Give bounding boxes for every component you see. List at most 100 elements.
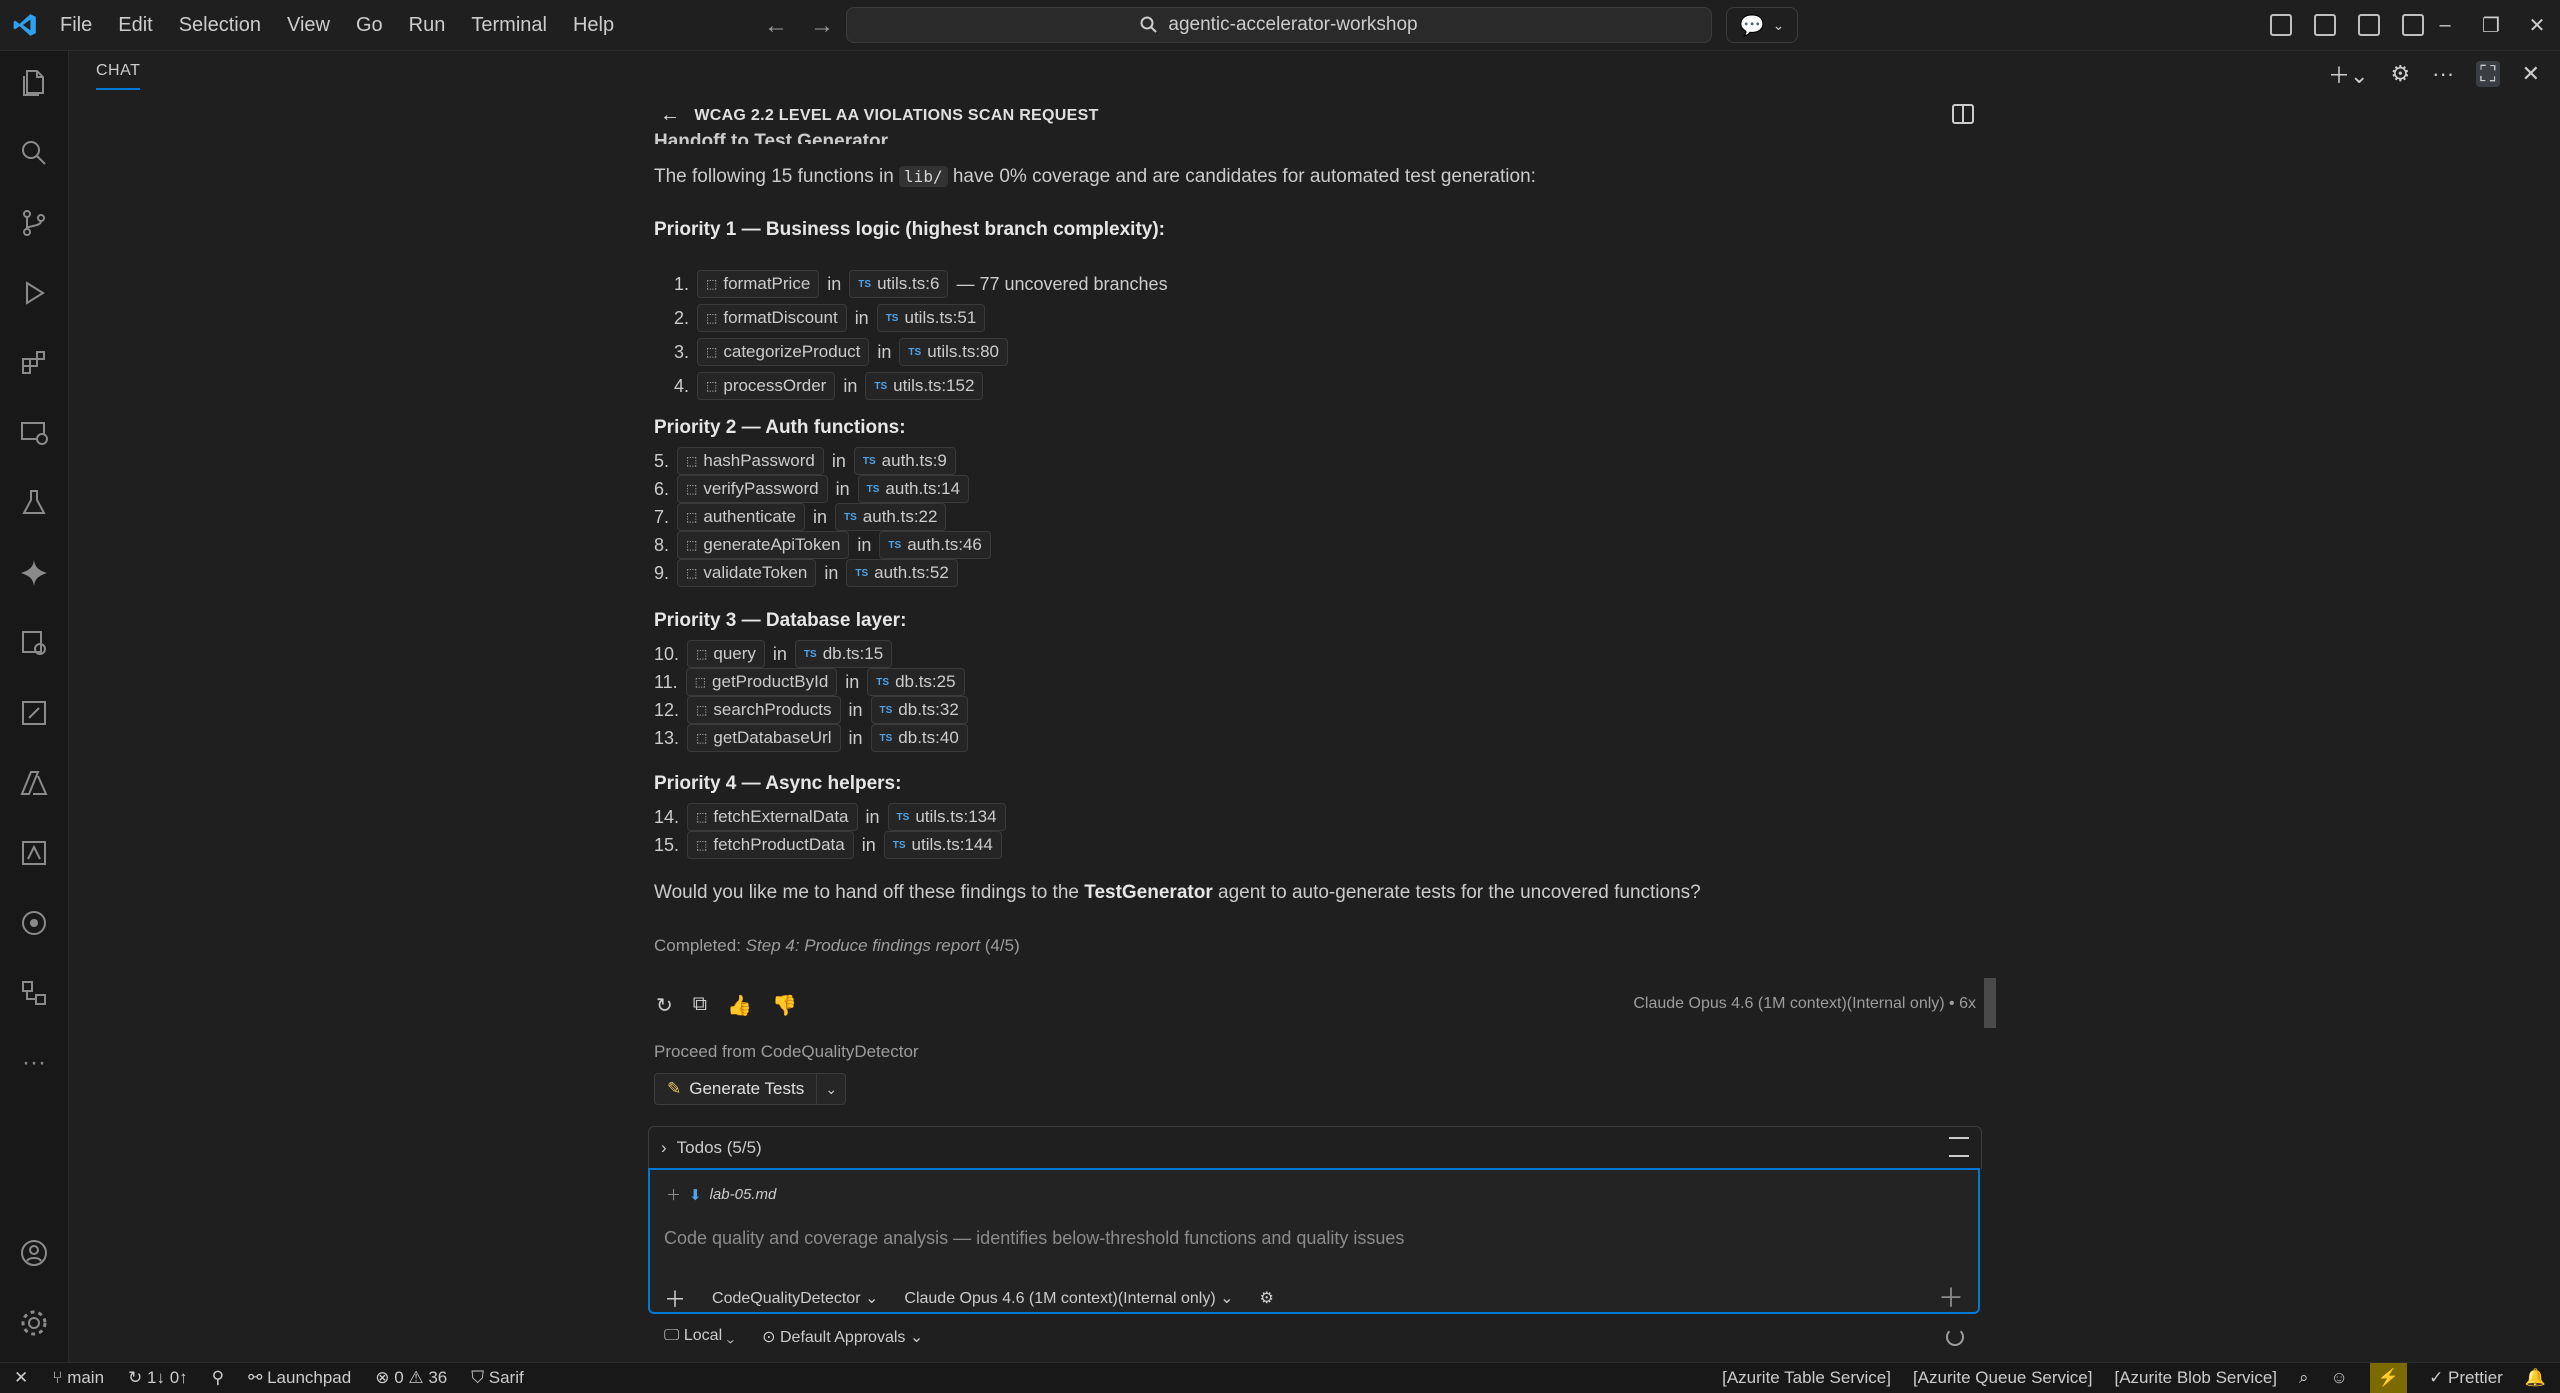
code-analysis-icon[interactable]	[16, 625, 52, 661]
file-reference-chip[interactable]: TS auth.ts:46	[879, 531, 991, 559]
function-chip[interactable]: ⬚ searchProducts	[687, 696, 841, 724]
account-icon[interactable]	[16, 1235, 52, 1271]
new-chat-icon[interactable]: ＋⌄	[2328, 58, 2368, 90]
azure-functions-icon[interactable]	[16, 695, 52, 731]
tools-config-icon[interactable]: ⚙	[1260, 1288, 1274, 1308]
add-icon[interactable]: ＋	[1938, 1278, 1964, 1315]
chevron-down-icon[interactable]: ⌄	[817, 1074, 845, 1104]
copilot-menu-button[interactable]: 💬 ⌄	[1726, 7, 1798, 43]
back-arrow-icon[interactable]: ←	[660, 104, 680, 127]
input-placeholder[interactable]: Code quality and coverage analysis — ide…	[664, 1228, 1404, 1249]
source-control-icon[interactable]	[16, 205, 52, 241]
remote-icon[interactable]: ✕	[14, 1368, 28, 1388]
function-chip[interactable]: ⬚ validateToken	[677, 559, 817, 587]
git-graph-icon[interactable]: ⚲	[212, 1368, 224, 1388]
minimize-icon[interactable]: –	[2422, 14, 2468, 37]
containers-icon[interactable]	[16, 975, 52, 1011]
remote-explorer-icon[interactable]	[16, 415, 52, 451]
function-chip[interactable]: ⬚ getProductById	[685, 668, 838, 696]
copilot-disabled-icon[interactable]: ⚡	[2369, 1363, 2408, 1393]
split-view-icon[interactable]	[1952, 104, 1974, 124]
azure-icon[interactable]	[16, 765, 52, 801]
function-chip[interactable]: ⬚ formatPrice	[697, 270, 820, 298]
maximize-icon[interactable]: ⛶	[2476, 61, 2500, 87]
function-chip[interactable]: ⬚ categorizeProduct	[697, 338, 870, 366]
generate-tests-button[interactable]: ✎ Generate Tests	[655, 1074, 818, 1104]
add-context-icon[interactable]: ＋	[666, 1184, 681, 1205]
branch-indicator[interactable]: ⑂ main	[52, 1368, 104, 1388]
file-reference-chip[interactable]: TS auth.ts:14	[857, 475, 970, 503]
chat-scrollbar[interactable]	[1984, 978, 1996, 1028]
chat-tab[interactable]: CHAT	[96, 62, 140, 80]
command-center-search[interactable]: agentic-accelerator-workshop	[846, 7, 1712, 43]
file-reference-chip[interactable]: TS utils.ts:51	[876, 304, 986, 332]
restore-icon[interactable]: ❐	[2468, 13, 2514, 38]
function-chip[interactable]: ⬚ query	[687, 640, 765, 668]
more-views-icon[interactable]: ···	[16, 1045, 52, 1081]
sarif-item[interactable]: ⛉ Sarif	[471, 1368, 523, 1388]
menu-view[interactable]: View	[287, 14, 330, 37]
file-reference-chip[interactable]: TS db.ts:15	[794, 640, 893, 668]
menu-run[interactable]: Run	[409, 14, 446, 37]
function-chip[interactable]: ⬚ authenticate	[677, 503, 805, 531]
kubernetes-icon[interactable]	[16, 905, 52, 941]
azurite-table[interactable]: [Azurite Table Service]	[1722, 1368, 1891, 1388]
copilot-sparkle-icon[interactable]	[16, 555, 52, 591]
toggle-primary-sidebar-icon[interactable]	[2314, 14, 2336, 36]
retry-icon[interactable]: ↻	[656, 993, 673, 1018]
azurite-blob[interactable]: [Azurite Blob Service]	[2114, 1368, 2277, 1388]
attachment-file[interactable]: lab-05.md	[710, 1186, 777, 1203]
run-debug-icon[interactable]	[16, 275, 52, 311]
agent-picker[interactable]: CodeQualityDetector ⌄	[712, 1288, 878, 1308]
customize-layout-icon[interactable]	[2270, 14, 2292, 36]
function-chip[interactable]: ⬚ generateApiToken	[677, 531, 850, 559]
gear-icon[interactable]: ⚙	[2390, 61, 2410, 87]
forward-arrow-icon[interactable]: →	[810, 12, 834, 40]
menu-edit[interactable]: Edit	[118, 14, 152, 37]
file-reference-chip[interactable]: TS utils.ts:6	[849, 270, 949, 298]
file-reference-chip[interactable]: TS db.ts:32	[870, 696, 968, 724]
location-picker[interactable]: 🖵 Local ⌄	[664, 1327, 734, 1347]
search-icon[interactable]	[16, 135, 52, 171]
file-reference-chip[interactable]: TS utils.ts:134	[887, 803, 1006, 831]
function-chip[interactable]: ⬚ processOrder	[697, 372, 836, 400]
thumbs-down-icon[interactable]: 👎	[772, 993, 797, 1018]
problems-indicator[interactable]: ⊗ 0 ⚠ 36	[375, 1368, 447, 1388]
menu-go[interactable]: Go	[356, 14, 383, 37]
menu-terminal[interactable]: Terminal	[471, 14, 547, 37]
testing-icon[interactable]	[16, 485, 52, 521]
function-chip[interactable]: ⬚ formatDiscount	[697, 304, 847, 332]
extensions-icon[interactable]	[16, 345, 52, 381]
file-reference-chip[interactable]: TS db.ts:40	[870, 724, 968, 752]
list-icon[interactable]	[1949, 1137, 1969, 1157]
todos-panel[interactable]: › Todos (5/5)	[648, 1126, 1982, 1169]
close-window-icon[interactable]: ✕	[2514, 13, 2560, 38]
copy-icon[interactable]: ⧉	[693, 993, 707, 1018]
add-icon[interactable]: ＋	[664, 1282, 686, 1314]
thumbs-up-icon[interactable]: 👍	[727, 993, 752, 1018]
function-chip[interactable]: ⬚ fetchExternalData	[687, 803, 858, 831]
function-chip[interactable]: ⬚ verifyPassword	[677, 475, 828, 503]
close-icon[interactable]: ✕	[2522, 61, 2540, 87]
notifications-icon[interactable]: 🔔	[2525, 1368, 2546, 1388]
file-reference-chip[interactable]: TS utils.ts:144	[883, 831, 1002, 859]
menu-file[interactable]: File	[60, 14, 92, 37]
azure-static-apps-icon[interactable]	[16, 835, 52, 871]
zoom-icon[interactable]: ⌕	[2299, 1368, 2309, 1388]
copilot-icon[interactable]: ☺	[2331, 1368, 2348, 1388]
prettier-item[interactable]: ✓ Prettier	[2429, 1368, 2503, 1388]
function-chip[interactable]: ⬚ hashPassword	[677, 447, 824, 475]
file-reference-chip[interactable]: TS db.ts:25	[867, 668, 965, 696]
file-reference-chip[interactable]: TS auth.ts:52	[846, 559, 958, 587]
chat-input[interactable]: ＋ ⬇ lab-05.md Code quality and coverage …	[648, 1168, 1980, 1314]
sync-indicator[interactable]: ↻ 1↓ 0↑	[128, 1368, 188, 1388]
back-arrow-icon[interactable]: ←	[764, 12, 788, 40]
file-reference-chip[interactable]: TS utils.ts:80	[899, 338, 1008, 366]
launchpad-item[interactable]: ⚯ Launchpad	[248, 1368, 351, 1388]
more-actions-icon[interactable]: ···	[2432, 61, 2454, 87]
file-reference-chip[interactable]: TS utils.ts:152	[865, 372, 984, 400]
file-reference-chip[interactable]: TS auth.ts:22	[835, 503, 947, 531]
menu-help[interactable]: Help	[573, 14, 614, 37]
azurite-queue[interactable]: [Azurite Queue Service]	[1913, 1368, 2093, 1388]
explorer-icon[interactable]	[16, 65, 52, 101]
